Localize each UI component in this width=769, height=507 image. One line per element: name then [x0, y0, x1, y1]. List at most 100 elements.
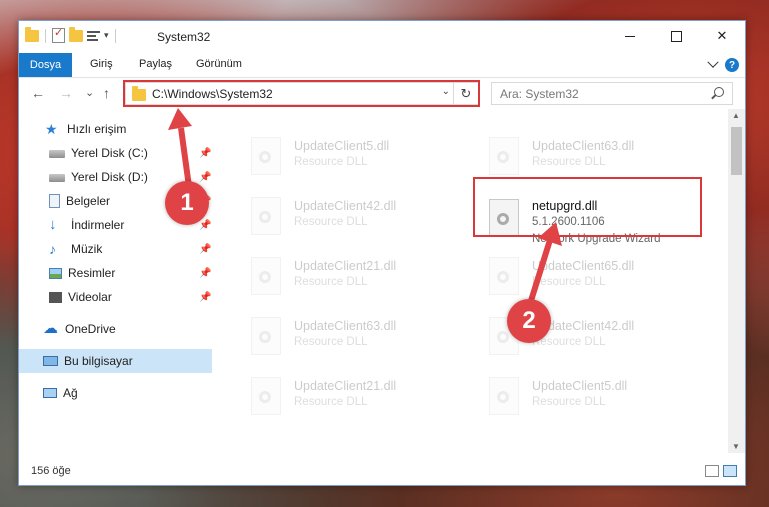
details-view-icon[interactable]: [705, 465, 719, 477]
file-item[interactable]: UpdateClient21.dll Resource DLL: [239, 373, 459, 421]
file-item[interactable]: UpdateClient65.dll Resource DLL: [477, 253, 697, 301]
file-list: UpdateClient5.dll Resource DLL UpdateCli…: [231, 109, 731, 453]
dll-file-icon: [251, 197, 281, 235]
sidebar-item-label: Müzik: [71, 242, 103, 256]
file-type: Resource DLL: [294, 396, 368, 408]
network-icon: [43, 388, 57, 398]
file-item[interactable]: UpdateClient21.dll Resource DLL: [239, 253, 459, 301]
sidebar-item-local-disk-c[interactable]: Yerel Disk (C:) 📌: [19, 141, 212, 165]
window-controls: ✕: [607, 21, 745, 51]
separator: [45, 28, 46, 43]
search-placeholder: Ara: System32: [500, 87, 579, 101]
file-name: UpdateClient5.dll: [294, 139, 390, 153]
separator: [114, 28, 116, 43]
scrollbar-thumb[interactable]: [731, 127, 742, 175]
pin-icon[interactable]: 📌: [199, 220, 211, 231]
file-highlight-box: [473, 177, 702, 237]
pin-icon[interactable]: 📌: [199, 268, 211, 279]
file-name: UpdateClient63.dll: [532, 139, 635, 153]
sidebar-item-quick-access[interactable]: ★ Hızlı erişim: [19, 117, 212, 141]
file-type: Resource DLL: [532, 156, 606, 168]
file-name: UpdateClient65.dll: [532, 259, 635, 273]
dll-file-icon: [251, 137, 281, 175]
folder-icon: [25, 26, 39, 42]
sidebar-item-network[interactable]: Ağ: [19, 381, 212, 405]
drive-icon: [49, 174, 65, 182]
help-icon[interactable]: ?: [725, 58, 739, 72]
dll-file-icon: [251, 317, 281, 355]
callout-step-2: 2: [507, 299, 551, 343]
item-count: 156 öğe: [31, 465, 71, 477]
file-type: Resource DLL: [294, 216, 368, 228]
vertical-scrollbar[interactable]: ▲ ▼: [728, 109, 745, 453]
expand-ribbon-icon[interactable]: [707, 56, 719, 68]
sidebar-item-label: İndirmeler: [71, 218, 125, 232]
file-item[interactable]: UpdateClient5.dll Resource DLL: [477, 373, 697, 421]
sidebar-item-label: Belgeler: [66, 194, 111, 208]
recent-locations-button[interactable]: ⌄: [85, 86, 94, 99]
dll-file-icon: [251, 377, 281, 415]
file-item[interactable]: UpdateClient42.dll Resource DLL: [239, 193, 459, 241]
downloads-icon: ↓: [49, 216, 57, 233]
maximize-button[interactable]: [653, 21, 699, 51]
dll-file-icon: [489, 137, 519, 175]
music-icon: ♪: [49, 241, 56, 257]
maximize-icon: [670, 30, 682, 42]
search-input[interactable]: Ara: System32: [491, 82, 733, 105]
pin-icon[interactable]: 📌: [199, 172, 211, 183]
file-type: Resource DLL: [294, 156, 368, 168]
file-item[interactable]: UpdateClient63.dll Resource DLL: [477, 133, 697, 181]
scroll-up-icon[interactable]: ▲: [732, 111, 740, 120]
file-item[interactable]: UpdateClient63.dll Resource DLL: [239, 313, 459, 361]
computer-icon: [43, 356, 58, 366]
close-button[interactable]: ✕: [699, 21, 745, 51]
title-bar: ▾ System32 ✕: [19, 21, 745, 53]
dll-file-icon: [489, 377, 519, 415]
customize-toolbar-icon[interactable]: [87, 29, 100, 42]
file-name: UpdateClient21.dll: [294, 259, 397, 273]
dll-file-icon: [251, 257, 281, 295]
sidebar-item-videos[interactable]: Videolar 📌: [19, 285, 212, 309]
search-icon[interactable]: [714, 87, 724, 97]
tab-view[interactable]: Görünüm: [196, 58, 242, 70]
file-item[interactable]: UpdateClient5.dll Resource DLL: [239, 133, 459, 181]
sidebar-item-label: Bu bilgisayar: [64, 354, 133, 368]
new-folder-icon[interactable]: [69, 26, 83, 42]
sidebar-item-onedrive[interactable]: ☁ OneDrive: [19, 317, 212, 341]
forward-button[interactable]: →: [59, 85, 73, 101]
sidebar-item-music[interactable]: ♪ Müzik 📌: [19, 237, 212, 261]
file-name: UpdateClient42.dll: [294, 199, 397, 213]
minimize-button[interactable]: [607, 21, 653, 51]
navigation-pane: ★ Hızlı erişim Yerel Disk (C:) 📌 Yerel D…: [19, 109, 212, 453]
ribbon-tabs: Dosya Giriş Paylaş Görünüm ?: [19, 53, 745, 78]
file-type: Resource DLL: [532, 276, 606, 288]
pin-icon[interactable]: 📌: [199, 244, 211, 255]
file-type: Resource DLL: [294, 276, 368, 288]
sidebar-item-this-pc[interactable]: Bu bilgisayar: [19, 349, 212, 373]
sidebar-item-pictures[interactable]: Resimler 📌: [19, 261, 212, 285]
tab-home[interactable]: Giriş: [90, 58, 113, 70]
tab-share[interactable]: Paylaş: [139, 58, 172, 70]
callout-step-1: 1: [165, 181, 209, 225]
sidebar-item-label: Resimler: [68, 266, 116, 280]
chevron-down-icon[interactable]: ▾: [104, 30, 109, 41]
back-button[interactable]: ←: [31, 85, 45, 101]
sidebar-item-label: Hızlı erişim: [67, 122, 127, 136]
properties-check-icon[interactable]: [52, 26, 65, 43]
onedrive-icon: ☁: [43, 320, 58, 337]
status-bar: 156 öğe: [19, 459, 745, 485]
quick-access-toolbar: ▾: [25, 26, 118, 43]
pin-icon[interactable]: 📌: [199, 148, 211, 159]
file-name: UpdateClient63.dll: [294, 319, 397, 333]
up-button[interactable]: ↑: [103, 85, 110, 101]
pin-icon[interactable]: 📌: [199, 292, 211, 303]
file-type: Resource DLL: [294, 336, 368, 348]
documents-icon: [49, 194, 60, 208]
sidebar-item-label: Yerel Disk (C:): [71, 146, 148, 160]
tab-file[interactable]: Dosya: [19, 53, 72, 77]
pictures-icon: [49, 267, 62, 279]
scroll-down-icon[interactable]: ▼: [732, 442, 740, 451]
large-icons-view-icon[interactable]: [723, 465, 737, 477]
dll-file-icon: [489, 257, 519, 295]
sidebar-item-label: Ağ: [63, 386, 78, 400]
